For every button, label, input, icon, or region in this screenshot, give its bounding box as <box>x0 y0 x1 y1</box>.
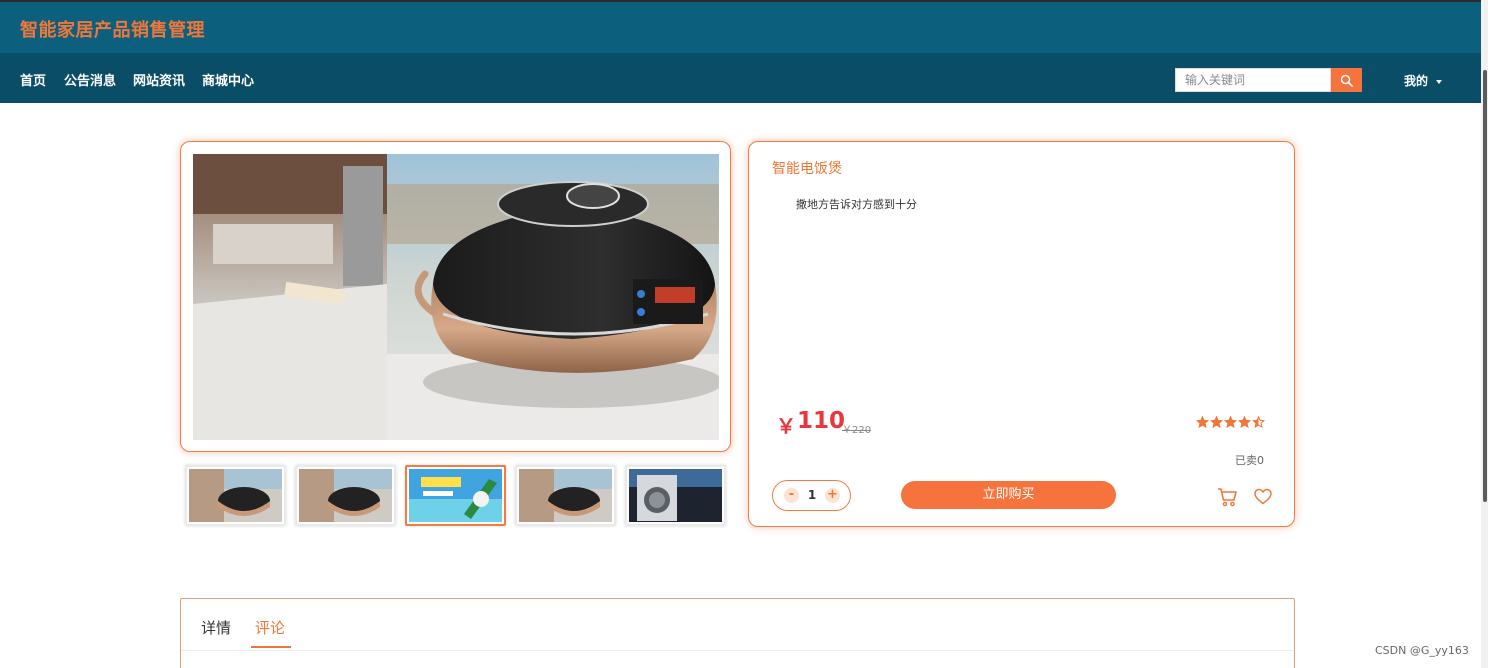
rating-stars <box>1196 416 1265 428</box>
rice-cooker-photo <box>193 154 719 440</box>
star-full-icon <box>1196 416 1209 428</box>
heart-icon <box>1254 488 1272 505</box>
nav-news[interactable]: 网站资讯 <box>133 70 185 89</box>
thumbnail-4[interactable] <box>515 465 616 526</box>
search-icon <box>1340 74 1353 87</box>
page-scrollbar-thumb[interactable] <box>1483 70 1487 502</box>
product-main-image <box>193 154 719 440</box>
tab-divider <box>181 650 1294 651</box>
star-full-icon <box>1224 416 1237 428</box>
product-image-card <box>180 141 731 452</box>
favorite-button[interactable] <box>1254 488 1272 509</box>
tab-comments[interactable]: 评论 <box>255 617 285 638</box>
details-tabs-panel <box>180 598 1295 668</box>
watermark: CSDN @G_yy163 <box>1375 644 1469 657</box>
thumbnail-5[interactable] <box>625 465 726 526</box>
promo-banner-thumb <box>409 469 502 522</box>
add-to-cart-button[interactable] <box>1217 487 1238 511</box>
price-currency: ￥ <box>776 414 796 438</box>
nav-mall-center[interactable]: 商城中心 <box>202 70 254 89</box>
rice-cooker-thumb-4 <box>519 469 612 522</box>
washing-machine-thumb <box>629 469 722 522</box>
thumbnail-3[interactable] <box>405 465 506 526</box>
nav-home[interactable]: 首页 <box>20 70 46 89</box>
user-menu[interactable]: 我的 <box>1404 72 1443 89</box>
product-title: 智能电饭煲 <box>772 161 842 177</box>
thumbnail-2[interactable] <box>295 465 396 526</box>
active-tab-indicator <box>251 646 291 648</box>
rice-cooker-thumb-1 <box>189 469 282 522</box>
rice-cooker-thumb-2 <box>299 469 392 522</box>
thumbnail-1[interactable] <box>185 465 286 526</box>
quantity-increase-button[interactable]: + <box>825 488 840 503</box>
star-full-icon <box>1210 416 1223 428</box>
sold-count: 已卖0 <box>1235 454 1264 467</box>
quantity-stepper: - 1 + <box>772 480 851 511</box>
search-button[interactable] <box>1331 68 1362 92</box>
original-price: ￥220 <box>842 425 872 436</box>
product-description: 撒地方告诉对方感到十分 <box>796 198 917 211</box>
buy-now-button[interactable]: 立即购买 <box>901 481 1116 509</box>
star-full-icon <box>1238 416 1251 428</box>
nav-announcements[interactable]: 公告消息 <box>64 70 116 89</box>
caret-down-icon <box>1436 79 1443 84</box>
current-price: 110 <box>797 408 846 434</box>
user-menu-label: 我的 <box>1404 74 1429 88</box>
quantity-value[interactable]: 1 <box>807 488 817 502</box>
tab-details[interactable]: 详情 <box>201 617 231 638</box>
cart-icon <box>1218 488 1237 507</box>
quantity-decrease-button[interactable]: - <box>784 488 799 503</box>
top-header: 智能家居产品销售管理 <box>0 0 1488 53</box>
site-title[interactable]: 智能家居产品销售管理 <box>20 16 205 42</box>
search-input[interactable] <box>1175 68 1331 92</box>
star-half-icon <box>1252 416 1265 428</box>
